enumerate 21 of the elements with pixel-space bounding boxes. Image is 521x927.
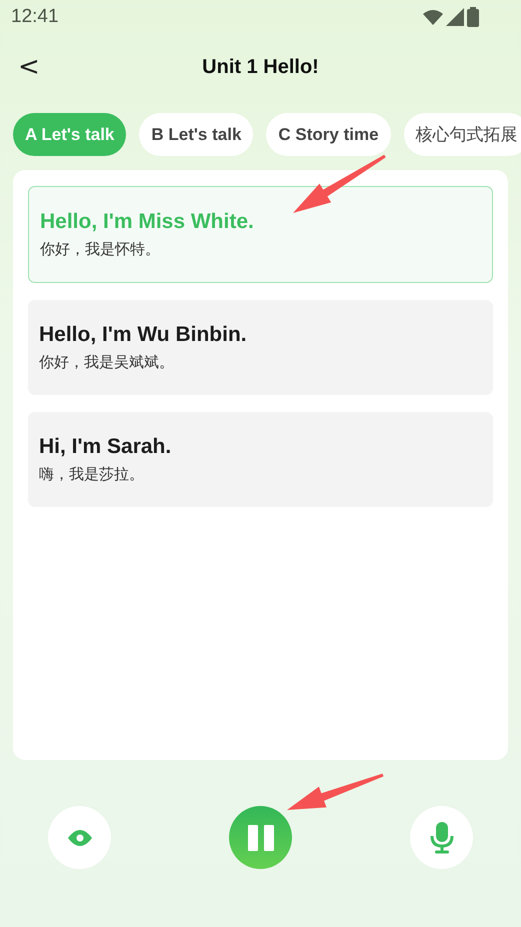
chinese-translation: 你好，我是吴斌斌。 <box>39 353 175 372</box>
chinese-translation: 嗨，我是莎拉。 <box>39 465 145 484</box>
english-sentence: Hello, I'm Wu Binbin. <box>39 323 248 347</box>
sentence-item[interactable]: Hi, I'm Sarah. 嗨，我是莎拉。 <box>28 412 493 507</box>
page-title: Unit 1 Hello! <box>202 56 319 78</box>
english-sentence: Hi, I'm Sarah. <box>39 435 172 459</box>
status-time: 12:41 <box>11 6 59 28</box>
battery-icon <box>467 7 479 27</box>
english-sentence: Hello, I'm Miss White. <box>40 210 255 234</box>
lesson-tab[interactable]: C Story time <box>266 113 391 156</box>
microphone-icon <box>430 822 454 854</box>
pause-icon <box>248 824 274 850</box>
wifi-icon <box>423 9 443 25</box>
lesson-tab[interactable]: 核心句式拓展 <box>404 113 521 156</box>
eye-icon <box>68 830 92 846</box>
chinese-translation: 你好，我是怀特。 <box>40 240 161 259</box>
signal-icon <box>446 8 464 26</box>
back-button[interactable]: < <box>12 50 46 84</box>
sentence-item[interactable]: Hello, I'm Miss White. 你好，我是怀特。 <box>28 186 493 283</box>
sentence-item[interactable]: Hello, I'm Wu Binbin. 你好，我是吴斌斌。 <box>28 300 493 395</box>
lesson-tab[interactable]: B Let's talk <box>139 113 254 156</box>
